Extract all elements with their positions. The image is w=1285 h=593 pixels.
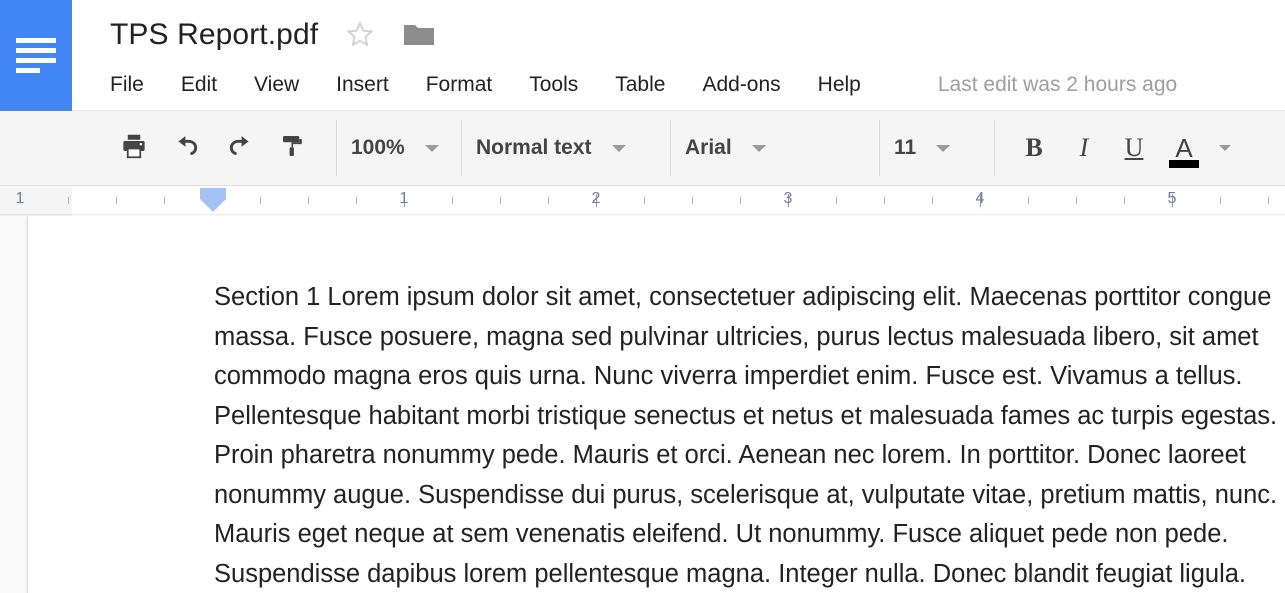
- left-indent-marker[interactable]: [200, 188, 226, 212]
- toolbar-separator: [461, 120, 462, 176]
- title-row: TPS Report.pdf: [110, 12, 436, 58]
- font-family-dropdown[interactable]: Arial: [685, 124, 865, 172]
- menu-item-view[interactable]: View: [254, 73, 299, 97]
- redo-icon: [224, 130, 256, 167]
- indent-marker-triangle: [200, 199, 226, 212]
- bold-label: B: [1025, 133, 1043, 162]
- underline-label: U: [1124, 133, 1144, 162]
- document-line: Section 1 Lorem ipsum dolor sit amet, co…: [214, 283, 1272, 311]
- document-line: commodo magna eros quis urna. Nunc viver…: [214, 362, 1243, 390]
- document-canvas: Section 1 Lorem ipsum dolor sit amet, co…: [0, 216, 1285, 593]
- font-size-dropdown[interactable]: 11: [894, 124, 980, 172]
- undo-button[interactable]: [163, 124, 211, 172]
- ruler-ticks: [0, 186, 1285, 216]
- last-edit-status[interactable]: Last edit was 2 hours ago: [938, 73, 1177, 97]
- zoom-dropdown[interactable]: 100%: [351, 124, 447, 172]
- paint-roller-icon: [278, 131, 308, 166]
- toolbar-separator: [879, 120, 880, 176]
- menu-bar: File Edit View Insert Format Tools Table…: [110, 68, 1177, 102]
- ruler-number: 1: [399, 190, 409, 207]
- italic-button[interactable]: I: [1059, 123, 1109, 173]
- menu-item-edit[interactable]: Edit: [181, 73, 217, 97]
- document-line: Suspendisse dapibus lorem pellentesque m…: [214, 559, 1247, 588]
- text-color-label: A: [1175, 133, 1193, 163]
- text-color-button[interactable]: A: [1159, 123, 1209, 173]
- font-family-value: Arial: [685, 136, 732, 159]
- menu-item-format[interactable]: Format: [426, 73, 493, 97]
- app-header: TPS Report.pdf File Edit View Insert For…: [0, 0, 1285, 111]
- docs-logo-icon[interactable]: [0, 0, 72, 111]
- document-text-body[interactable]: Section 1 Lorem ipsum dolor sit amet, co…: [214, 278, 1285, 593]
- menu-item-add-ons[interactable]: Add-ons: [702, 73, 780, 97]
- font-size-value: 11: [894, 136, 917, 159]
- document-line: Proin pharetra nonummy pede. Mauris et o…: [214, 441, 1246, 469]
- toolbar-separator: [994, 120, 995, 176]
- menu-item-insert[interactable]: Insert: [336, 73, 389, 97]
- toolbar-separator: [670, 120, 671, 176]
- ruler-number: 1: [15, 190, 25, 207]
- ruler-number: 3: [783, 190, 793, 207]
- paint-format-button[interactable]: [269, 124, 317, 172]
- menu-item-table[interactable]: Table: [615, 73, 665, 97]
- document-line: Pellentesque habitant morbi tristique se…: [214, 401, 1278, 430]
- folder-icon[interactable]: [402, 21, 436, 49]
- print-button[interactable]: [110, 124, 158, 172]
- document-line: Mauris eget neque at sem venenatis eleif…: [214, 520, 1229, 548]
- document-line: massa. Fusce posuere, magna sed pulvinar…: [214, 322, 1259, 351]
- paragraph-style-dropdown[interactable]: Normal text: [476, 124, 656, 172]
- star-outline-icon[interactable]: [344, 19, 376, 51]
- menu-item-tools[interactable]: Tools: [529, 73, 578, 97]
- text-color-chevron-down-icon[interactable]: [1219, 145, 1231, 151]
- chevron-down-icon: [611, 144, 626, 152]
- chevron-down-icon: [936, 144, 951, 152]
- bold-button[interactable]: B: [1009, 123, 1059, 173]
- ruler[interactable]: 1 1 2 3 4 5: [0, 186, 1285, 216]
- document-line: nonummy augue. Suspendisse dui purus, sc…: [214, 480, 1278, 509]
- google-docs-window: TPS Report.pdf File Edit View Insert For…: [0, 0, 1285, 593]
- docs-logo-lines: [16, 38, 56, 73]
- document-page[interactable]: Section 1 Lorem ipsum dolor sit amet, co…: [27, 216, 1285, 593]
- menu-item-help[interactable]: Help: [818, 73, 861, 97]
- ruler-number: 2: [591, 190, 601, 207]
- chevron-down-icon: [424, 144, 439, 152]
- italic-label: I: [1079, 133, 1089, 162]
- ruler-number: 4: [975, 190, 985, 207]
- document-title[interactable]: TPS Report.pdf: [110, 18, 318, 52]
- menu-item-file[interactable]: File: [110, 73, 144, 97]
- undo-icon: [171, 130, 203, 167]
- toolbar-separator: [336, 120, 337, 176]
- text-color-swatch: [1169, 160, 1199, 168]
- redo-button[interactable]: [216, 124, 264, 172]
- paragraph-style-value: Normal text: [476, 136, 592, 159]
- ruler-number: 5: [1167, 190, 1177, 207]
- print-icon: [119, 131, 149, 166]
- indent-marker-bar: [200, 188, 226, 199]
- toolbar: 100% Normal text Arial 11 B I U A: [0, 111, 1285, 186]
- zoom-value: 100%: [351, 136, 405, 159]
- underline-button[interactable]: U: [1109, 123, 1159, 173]
- chevron-down-icon: [751, 144, 766, 152]
